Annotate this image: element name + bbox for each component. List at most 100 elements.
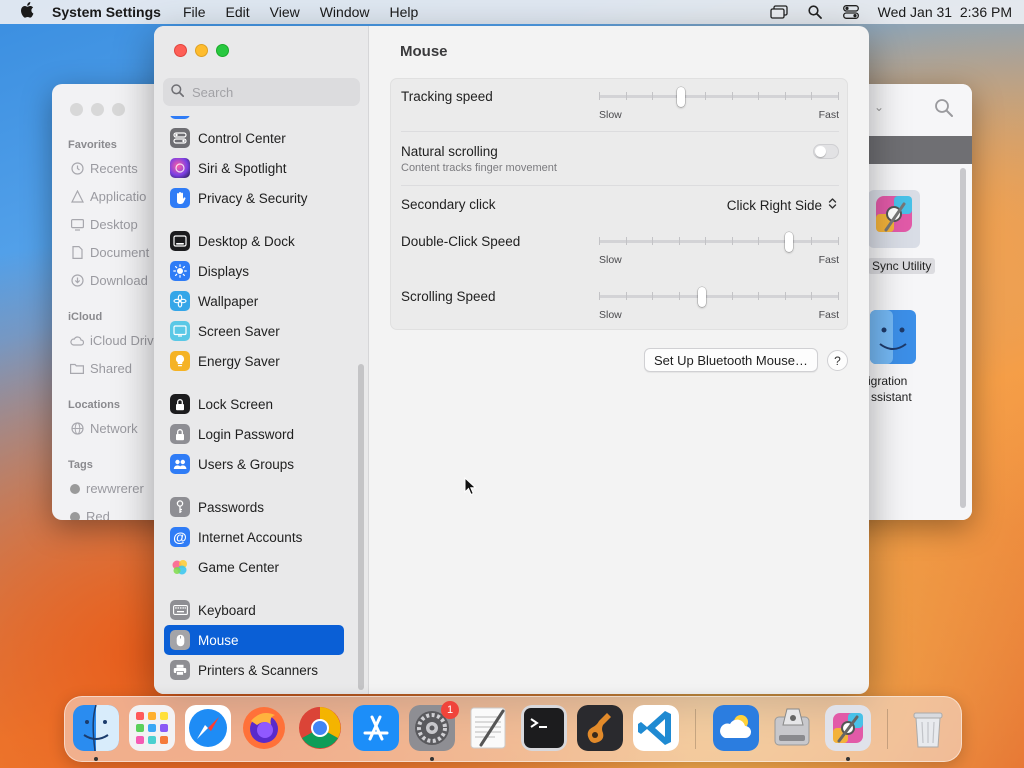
sidebar-item-displays[interactable]: Displays xyxy=(164,256,344,286)
sidebar-scrollbar[interactable] xyxy=(358,364,364,690)
garageband-icon[interactable] xyxy=(577,705,623,751)
menubar-clock[interactable]: Wed Jan 31 2:36 PM xyxy=(878,4,1012,20)
minimize-button[interactable] xyxy=(195,44,208,57)
search-input[interactable] xyxy=(192,84,352,100)
slider-track xyxy=(599,295,839,298)
sync-utility-icon[interactable] xyxy=(825,705,871,751)
desktop-icon xyxy=(70,218,84,232)
settings-search[interactable] xyxy=(163,78,360,106)
sidebar-item-siri-spotlight[interactable]: Siri & Spotlight xyxy=(164,153,344,183)
finder-scrollbar[interactable] xyxy=(960,168,966,508)
sidebar-item-energy-saver[interactable]: Energy Saver xyxy=(164,346,344,376)
dock xyxy=(64,696,962,762)
finder-item-label: Desktop xyxy=(90,217,138,232)
sidebar-item-desktop-dock[interactable]: Desktop & Dock xyxy=(164,226,344,256)
screen-mirroring-icon[interactable] xyxy=(769,5,788,19)
finder-section-icloud: iCloud xyxy=(68,311,103,323)
slider-knob[interactable] xyxy=(785,232,793,252)
chrome-icon[interactable] xyxy=(297,705,343,751)
sidebar-item-keyboard[interactable]: Keyboard xyxy=(164,595,344,625)
cloud-icon xyxy=(70,334,84,348)
finder-close-button[interactable] xyxy=(70,103,83,116)
sidebar-item-internet-accounts[interactable]: @ Internet Accounts xyxy=(164,522,344,552)
sidebar-item-game-center[interactable]: Game Center xyxy=(164,552,344,582)
finder-item-downloads[interactable]: Download xyxy=(70,273,148,288)
finder-item-applications[interactable]: Applicatio xyxy=(70,189,146,204)
textedit-icon[interactable] xyxy=(465,705,511,751)
close-button[interactable] xyxy=(174,44,187,57)
natural-scrolling-toggle[interactable] xyxy=(813,144,839,159)
file-menu[interactable]: File xyxy=(183,4,206,20)
control-center-icon xyxy=(170,128,190,148)
spotlight-search-icon[interactable] xyxy=(806,5,824,19)
weather-icon[interactable] xyxy=(713,705,759,751)
slider-tick xyxy=(626,292,627,300)
finder-minimize-button[interactable] xyxy=(91,103,104,116)
sidebar-item-lock-screen[interactable]: Lock Screen xyxy=(164,389,344,419)
firefox-icon[interactable] xyxy=(241,705,287,751)
setup-bluetooth-mouse-button[interactable]: Set Up Bluetooth Mouse… xyxy=(644,348,818,372)
sidebar-item-printers-scanners[interactable]: Printers & Scanners xyxy=(164,655,344,685)
slider-knob[interactable] xyxy=(698,287,706,307)
sidebar-item-control-center[interactable]: Control Center xyxy=(164,123,344,153)
sidebar-item-privacy-security[interactable]: Privacy & Security xyxy=(164,183,344,213)
sidebar-item-users-groups[interactable]: Users & Groups xyxy=(164,449,344,479)
safari-icon[interactable] xyxy=(185,705,231,751)
finder-item-shared[interactable]: Shared xyxy=(70,361,132,376)
sidebar-item-mouse[interactable]: Mouse xyxy=(164,625,344,655)
chevron-down-icon[interactable]: ⌄ xyxy=(874,100,884,114)
tracking-speed-slider[interactable]: Slow Fast xyxy=(599,79,839,121)
slider-knob[interactable] xyxy=(677,87,685,107)
finder-column-header xyxy=(868,136,972,164)
finder-item-label: Red xyxy=(86,509,110,520)
sync-utility-file-icon[interactable] xyxy=(868,190,922,253)
window-menu[interactable]: Window xyxy=(320,4,370,20)
terminal-icon[interactable] xyxy=(521,705,567,751)
finder-icon[interactable] xyxy=(73,705,119,751)
slider-tick xyxy=(758,237,759,245)
view-menu[interactable]: View xyxy=(270,4,300,20)
double-click-speed-slider[interactable]: Slow Fast xyxy=(599,224,839,266)
finder-item-documents[interactable]: Document xyxy=(70,245,149,260)
app-store-icon[interactable] xyxy=(353,705,399,751)
sidebar-item-passwords[interactable]: Passwords xyxy=(164,492,344,522)
finder-zoom-button[interactable] xyxy=(112,103,125,116)
help-button[interactable]: ? xyxy=(827,350,848,371)
slider-max-label: Fast xyxy=(818,109,839,121)
finder-traffic-lights[interactable] xyxy=(70,103,125,116)
sidebar-item-login-password[interactable]: Login Password xyxy=(164,419,344,449)
finder-file-label[interactable]: Sync Utility xyxy=(868,258,936,274)
edit-menu[interactable]: Edit xyxy=(226,4,250,20)
disk-utility-icon[interactable] xyxy=(769,705,815,751)
finder-item-tag-red[interactable]: Red xyxy=(70,509,110,520)
menu-bar: System Settings File Edit View Window He… xyxy=(0,0,1024,24)
secondary-click-value: Click Right Side xyxy=(726,197,822,213)
apple-menu-icon[interactable] xyxy=(12,2,42,22)
sidebar-item-screen-saver[interactable]: Screen Saver xyxy=(164,316,344,346)
finder-search-icon[interactable] xyxy=(934,98,954,118)
help-menu[interactable]: Help xyxy=(390,4,419,20)
system-settings-window: Control Center Siri & Spotlight Privacy … xyxy=(154,26,869,694)
finder-item-tag[interactable]: rewwrerer xyxy=(70,481,144,496)
migration-assistant-icon[interactable] xyxy=(870,310,916,367)
control-center-icon[interactable] xyxy=(842,5,860,19)
finder-item-desktop[interactable]: Desktop xyxy=(70,217,138,232)
settings-traffic-lights[interactable] xyxy=(174,44,229,57)
secondary-click-popup[interactable]: Click Right Side xyxy=(727,195,837,215)
finder-section-locations: Locations xyxy=(68,399,120,411)
finder-item-network[interactable]: Network xyxy=(70,421,138,436)
vscode-icon[interactable] xyxy=(633,705,679,751)
finder-item-icloud-drive[interactable]: iCloud Driv xyxy=(70,333,154,348)
zoom-button[interactable] xyxy=(216,44,229,57)
trash-icon[interactable] xyxy=(905,705,951,751)
running-indicator xyxy=(430,757,434,761)
finder-item-recents[interactable]: Recents xyxy=(70,161,138,176)
running-indicator xyxy=(846,757,850,761)
launchpad-icon[interactable] xyxy=(129,705,175,751)
slider-max-label: Fast xyxy=(818,254,839,266)
sidebar-item-label: Energy Saver xyxy=(198,353,280,369)
sidebar-item-wallpaper[interactable]: Wallpaper xyxy=(164,286,344,316)
finder-section-tags: Tags xyxy=(68,459,93,471)
scrolling-speed-slider[interactable]: Slow Fast xyxy=(599,279,839,321)
app-name-menu[interactable]: System Settings xyxy=(52,4,161,20)
